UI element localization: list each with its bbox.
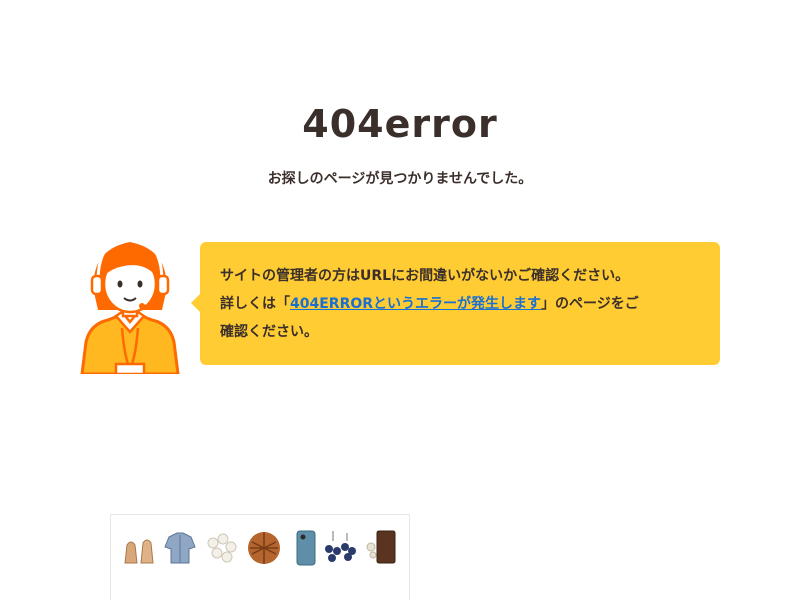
shirt-icon <box>164 532 196 564</box>
phone-case-icon <box>296 530 316 566</box>
info-speech-bubble: サイトの管理者の方はURLにお間違いがないかご確認ください。 詳しくは「404E… <box>191 242 720 365</box>
message-line-2-prefix: 詳しくは「 <box>220 296 290 312</box>
message-line-1: サイトの管理者の方はURLにお間違いがないかご確認ください。 <box>220 268 630 284</box>
page-subtitle: お探しのページが見つかりませんでした。 <box>267 171 533 187</box>
wallet-icon <box>366 530 396 564</box>
pie-icon <box>248 532 280 564</box>
earrings-icon <box>325 531 356 562</box>
buttons-icon <box>207 533 237 563</box>
message-line-3: 確認ください。 <box>220 324 318 340</box>
support-staff-avatar <box>80 236 180 374</box>
message-line-2: 詳しくは「404ERRORというエラーが発生します」のページをご <box>220 290 696 318</box>
page-title: 404error <box>302 102 498 146</box>
shoes-icon <box>124 539 154 564</box>
404-error-info-link[interactable]: 404ERRORというエラーが発生します <box>290 296 541 312</box>
product-thumbnail-banner[interactable] <box>110 514 410 600</box>
error-page: 404error お探しのページが見つかりませんでした。 サイトの管理者の方はU… <box>0 0 800 600</box>
message-line-2-suffix: 」のページをご <box>541 296 639 312</box>
